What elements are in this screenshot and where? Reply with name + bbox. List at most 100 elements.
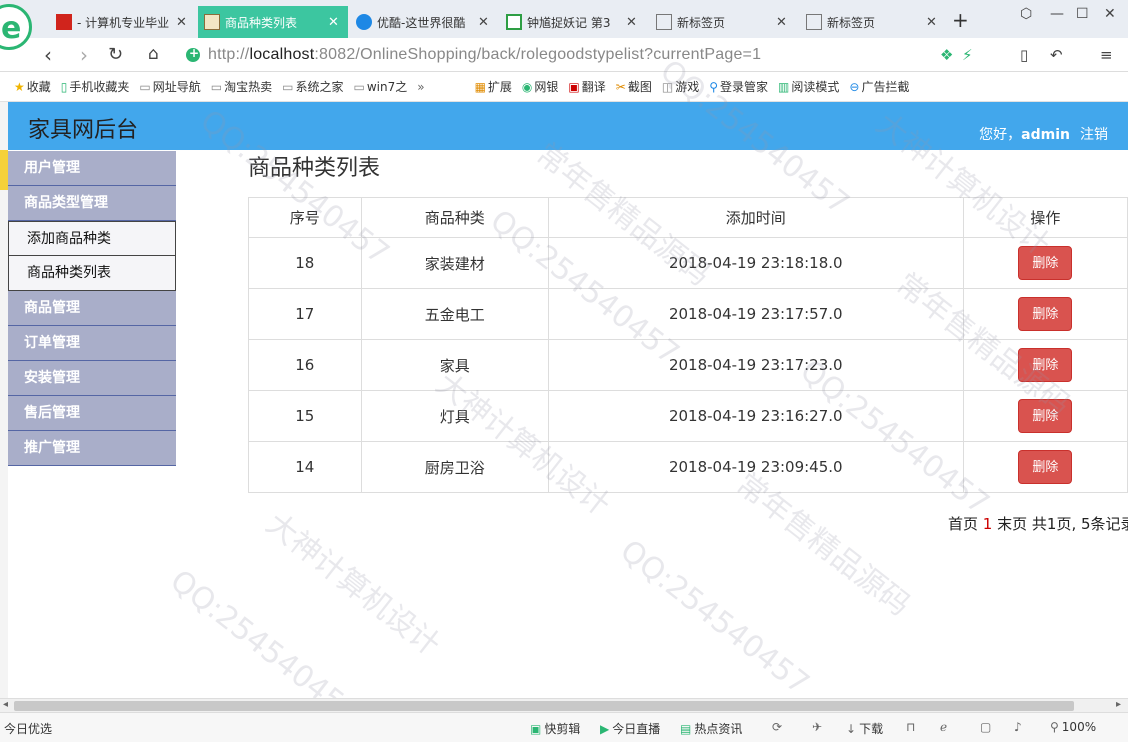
screenshot-icon: ✂ [615, 79, 626, 94]
scroll-left-icon[interactable]: ◂ [3, 699, 8, 710]
tab-new-2[interactable]: 新标签页 ✕ [800, 6, 946, 38]
status-layout-icon[interactable]: ⊓ [906, 720, 915, 734]
status-news[interactable]: ▤ 热点资讯 [680, 720, 742, 737]
cell-time: 2018-04-19 23:18:18.0 [547, 237, 964, 289]
close-tab-icon[interactable]: ✕ [478, 15, 492, 30]
horizontal-scrollbar[interactable]: ◂ ▸ [0, 698, 1128, 712]
sidebar-item-goods-types[interactable]: 商品类型管理 [8, 186, 176, 221]
menu-icon[interactable]: ≡ [1100, 46, 1113, 64]
home-icon[interactable]: ⌂ [148, 44, 159, 64]
column-header-time: 添加时间 [547, 197, 964, 238]
toolbar-screenshot[interactable]: ✂ 截图 [616, 78, 652, 95]
forward-icon[interactable]: › [80, 43, 88, 67]
bookmark-mobile[interactable]: ▯ 手机收藏夹 [61, 78, 130, 95]
youku-favicon-icon [356, 14, 372, 30]
page-title: 商品种类列表 [248, 156, 381, 181]
status-quick-edit[interactable]: ▣ 快剪辑 [530, 720, 580, 737]
toolbar-ad-block[interactable]: ⊖ 广告拦截 [849, 78, 909, 95]
sidebar-sub-goods-type-list[interactable]: 商品种类列表 [8, 256, 176, 291]
close-tab-icon[interactable]: ✕ [176, 15, 190, 30]
toolbar-login-manager[interactable]: ⚲ 登录管家 [709, 78, 768, 95]
page-icon: ▭ [282, 79, 294, 94]
close-tab-icon[interactable]: ✕ [626, 15, 640, 30]
pager-first-link[interactable]: 首页 [948, 515, 978, 533]
status-zoom[interactable]: ⚲ 100% [1050, 720, 1096, 734]
status-shield-icon[interactable]: ⟳ [772, 720, 782, 734]
cell-time: 2018-04-19 23:17:23.0 [547, 339, 964, 391]
toolbar-extensions[interactable]: ▦ 扩展 [475, 78, 512, 95]
tab-zhongkui[interactable]: 钟馗捉妖记 第3 ✕ [500, 6, 646, 38]
toolbar-translate[interactable]: ▣ 翻译 [568, 78, 605, 95]
toolbar-reading-mode[interactable]: ▥ 阅读模式 [778, 78, 839, 95]
status-rocket-icon[interactable]: ✈ [812, 720, 822, 734]
speed-icon[interactable]: ❖ [940, 46, 953, 64]
status-ie-icon[interactable]: ℯ [940, 720, 947, 734]
download-icon: ↓ [846, 722, 857, 736]
scrollbar-thumb[interactable] [14, 701, 1074, 711]
cell-id: 17 [248, 288, 362, 340]
tab-computer-graduation[interactable]: - 计算机专业毕业 ✕ [50, 6, 196, 38]
sidebar-item-users[interactable]: 用户管理 [8, 151, 176, 186]
sidebar-item-promotion[interactable]: 推广管理 [8, 431, 176, 466]
scroll-right-icon[interactable]: ▸ [1116, 699, 1121, 710]
cell-id: 14 [248, 441, 362, 493]
bookmark-nav[interactable]: ▭ 网址导航 [139, 78, 200, 95]
back-icon[interactable]: ‹ [44, 43, 52, 67]
toolbar-bank[interactable]: ◉ 网银 [522, 78, 559, 95]
close-tab-icon[interactable]: ✕ [926, 15, 940, 30]
cell-time: 2018-04-19 23:09:45.0 [547, 441, 964, 493]
delete-button[interactable]: 删除 [1018, 348, 1073, 382]
delete-button[interactable]: 删除 [1018, 246, 1073, 280]
url-text[interactable]: http://localhost:8082/OnlineShopping/bac… [208, 46, 761, 64]
tab-new-1[interactable]: 新标签页 ✕ [650, 6, 796, 38]
status-window-icon[interactable]: ▢ [980, 720, 991, 734]
status-volume-icon[interactable]: ♪ [1014, 720, 1022, 734]
bookmark-taobao[interactable]: ▭ 淘宝热卖 [211, 78, 272, 95]
logout-link[interactable]: 注销 [1080, 127, 1108, 143]
sidebar-item-goods[interactable]: 商品管理 [8, 291, 176, 326]
more-bookmarks-icon[interactable]: » [417, 80, 424, 94]
bookmark-favorites[interactable]: ★ 收藏 [14, 78, 51, 95]
close-tab-icon[interactable]: ✕ [776, 15, 790, 30]
phone-icon[interactable]: ▯ [1020, 46, 1028, 64]
sidebar-item-after-sales[interactable]: 售后管理 [8, 396, 176, 431]
user-greeting: 您好，admin 注销 [979, 127, 1108, 143]
skin-icon[interactable]: ⬡ [1020, 6, 1032, 22]
maximize-icon[interactable]: ☐ [1076, 6, 1089, 22]
status-download[interactable]: ↓ 下载 [846, 720, 883, 737]
bookmarks-bar: ★ 收藏 ▯ 手机收藏夹 ▭ 网址导航 ▭ 淘宝热卖 ▭ 系统之家 ▭ win7之 » ▦ 扩… [0, 72, 1128, 102]
delete-button[interactable]: 删除 [1018, 297, 1073, 331]
sidebar-item-orders[interactable]: 订单管理 [8, 326, 176, 361]
bank-icon: ◉ [521, 79, 533, 94]
minimize-icon[interactable]: — [1050, 6, 1064, 22]
cell-time: 2018-04-19 23:16:27.0 [547, 390, 964, 442]
toolbar-games[interactable]: ◫ 游戏 [662, 78, 699, 95]
column-header-id: 序号 [248, 197, 362, 238]
delete-button[interactable]: 删除 [1018, 450, 1073, 484]
pager-last-link[interactable]: 末页 [997, 515, 1027, 533]
tab-youku[interactable]: 优酷-这世界很酷 ✕ [350, 6, 498, 38]
sidebar-item-installation[interactable]: 安装管理 [8, 361, 176, 396]
close-window-icon[interactable]: ✕ [1104, 6, 1116, 22]
reload-icon[interactable]: ↻ [108, 44, 123, 65]
zoom-icon: ⚲ [1050, 720, 1059, 734]
book-icon: ▥ [778, 79, 790, 94]
status-live[interactable]: ▶ 今日直播 [600, 720, 660, 737]
grid-favicon-icon [656, 14, 672, 30]
sidebar-sub-add-goods-type[interactable]: 添加商品种类 [8, 221, 176, 256]
cell-type: 灯具 [360, 390, 549, 442]
address-bar[interactable]: http://localhost:8082/OnlineShopping/bac… [186, 43, 990, 67]
goods-type-table: 序号 商品种类 添加时间 操作 18 家装建材 2018-04-19 23:18… [248, 197, 1128, 493]
undo-icon[interactable]: ↶ [1050, 46, 1063, 64]
status-daily-picks[interactable]: 今日优选 [4, 720, 52, 737]
delete-button[interactable]: 删除 [1018, 399, 1073, 433]
lightning-icon[interactable]: ⚡ [962, 46, 973, 64]
pager-current-page[interactable]: 1 [983, 515, 993, 533]
close-tab-icon[interactable]: ✕ [328, 15, 342, 30]
bookmark-system[interactable]: ▭ 系统之家 [282, 78, 343, 95]
bookmark-win7[interactable]: ▭ win7之 [353, 78, 407, 95]
new-tab-plus-icon[interactable]: + [952, 8, 969, 32]
iqiyi-favicon-icon [506, 14, 522, 30]
cell-type: 家具 [360, 339, 549, 391]
tab-goods-type-list[interactable]: 商品种类列表 ✕ [198, 6, 348, 38]
